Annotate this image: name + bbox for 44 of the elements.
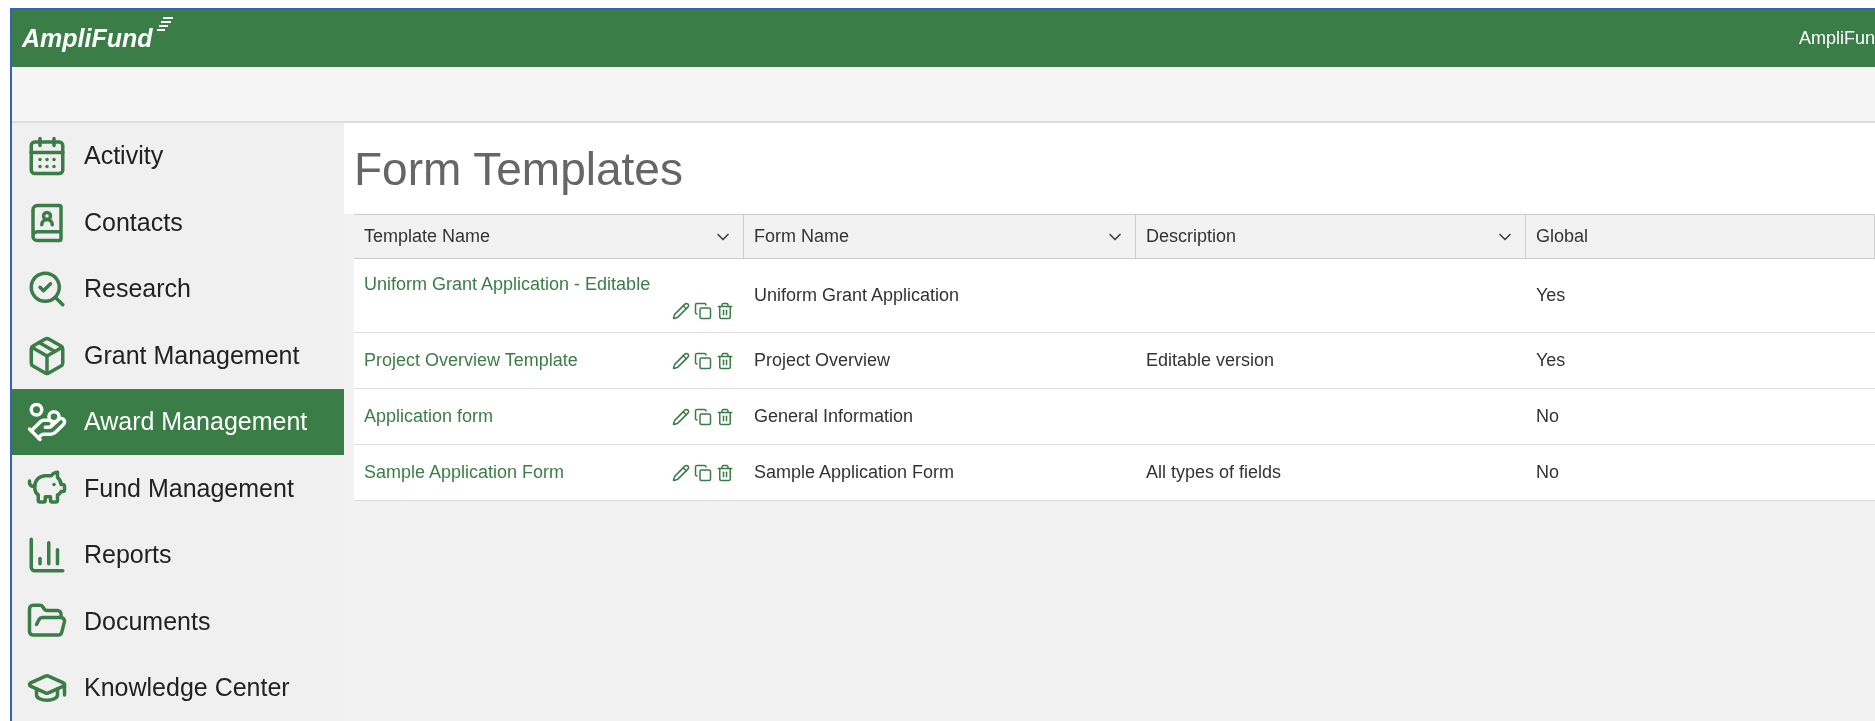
trash-icon[interactable]	[716, 407, 734, 426]
sidebar-item[interactable]: Documents	[12, 588, 344, 655]
sidebar-item[interactable]: Award Management	[12, 388, 344, 456]
copy-icon[interactable]	[694, 302, 712, 320]
table-cell-text: Yes	[1536, 284, 1566, 307]
trash-icon[interactable]	[716, 302, 734, 320]
template-link[interactable]: Application form	[364, 403, 494, 430]
table-cell-text: No	[1536, 405, 1559, 428]
template-link[interactable]: Project Overview Template	[364, 347, 578, 374]
sidebar-item[interactable]: Research	[12, 255, 344, 323]
sidebar-item[interactable]: Knowledge Center	[12, 654, 344, 721]
pencil-icon[interactable]	[672, 302, 690, 320]
page-title: Form Templates	[354, 142, 684, 197]
sidebar-item[interactable]: Grant Management	[12, 322, 344, 389]
pencil-icon[interactable]	[672, 463, 690, 482]
table-cell-text: Uniform Grant Application	[754, 284, 960, 307]
trash-icon[interactable]	[716, 351, 734, 370]
column-header[interactable]: Template Name	[354, 215, 744, 258]
hand-coins-icon	[26, 400, 68, 443]
table-cell-text: Yes	[1536, 349, 1566, 372]
sidebar-item[interactable]: Contacts	[12, 189, 344, 256]
sidebar-item[interactable]: Activity	[12, 123, 344, 190]
copy-icon[interactable]	[694, 463, 712, 482]
copy-icon[interactable]	[694, 407, 712, 426]
table-cell-text: All types of fields	[1146, 461, 1282, 484]
trash-icon[interactable]	[716, 463, 734, 482]
table-cell-text: Project Overview	[754, 349, 891, 372]
logo[interactable]: AmpliFund	[22, 19, 153, 58]
column-header[interactable]: Global	[1526, 215, 1875, 258]
pencil-icon[interactable]	[672, 351, 690, 370]
column-header[interactable]: Description	[1136, 215, 1526, 258]
copy-icon[interactable]	[694, 351, 712, 370]
column-header[interactable]: Form Name	[744, 215, 1136, 258]
account-name[interactable]: AmpliFun	[1798, 25, 1875, 52]
calendar-icon	[26, 135, 68, 178]
sidebar-item[interactable]: Fund Management	[12, 455, 344, 522]
table-cell-text: Sample Application Form	[754, 461, 955, 484]
template-link[interactable]: Uniform Grant Application - Editable	[364, 271, 651, 298]
table-cell-text: No	[1536, 461, 1559, 484]
table-cell-text: Editable version	[1146, 349, 1275, 372]
pencil-icon[interactable]	[672, 407, 690, 426]
table-cell-text: General Information	[754, 405, 914, 428]
sidebar-item[interactable]: Reports	[12, 521, 344, 589]
template-link[interactable]: Sample Application Form	[364, 459, 565, 486]
